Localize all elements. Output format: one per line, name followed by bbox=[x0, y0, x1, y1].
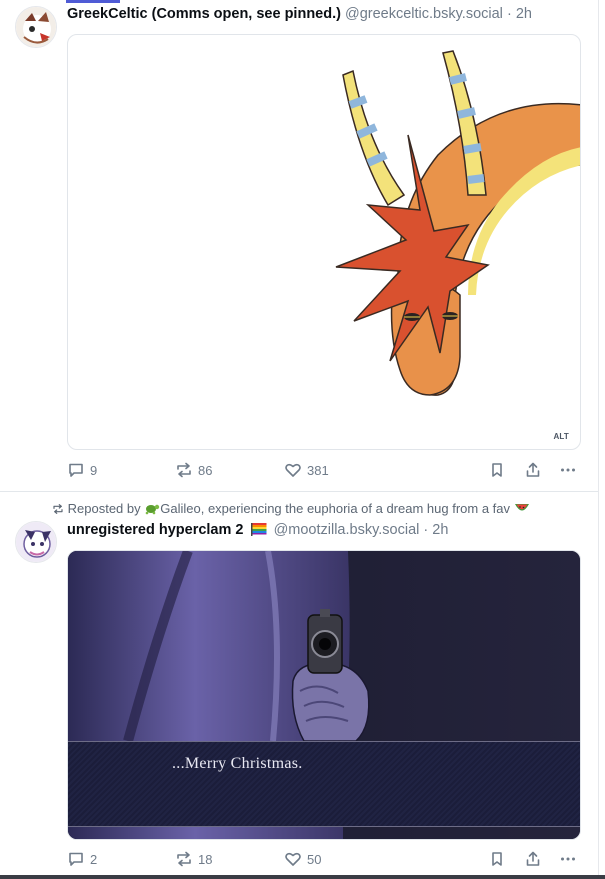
repost-button[interactable]: 86 bbox=[175, 460, 212, 480]
post-image[interactable]: ...Merry Christmas. bbox=[67, 550, 581, 840]
author-handle[interactable]: @greekceltic.bsky.social bbox=[345, 6, 503, 22]
post-time[interactable]: 2h bbox=[432, 522, 448, 538]
post-actions: 2 18 50 bbox=[67, 849, 581, 869]
bookmark-icon bbox=[492, 852, 502, 866]
like-count: 50 bbox=[307, 851, 322, 867]
more-dots-icon bbox=[561, 857, 575, 861]
scroll-edge bbox=[598, 0, 605, 879]
repost-prefix: Reposted by bbox=[67, 501, 141, 516]
watermelon-emoji-icon bbox=[514, 504, 529, 511]
more-options-button[interactable] bbox=[559, 849, 577, 869]
like-count: 381 bbox=[307, 462, 329, 478]
speech-bubble-icon bbox=[69, 852, 83, 866]
avatar[interactable] bbox=[15, 6, 57, 48]
rainbow-flag-icon bbox=[250, 523, 267, 536]
turtle-emoji-icon bbox=[145, 504, 160, 515]
author-name[interactable]: unregistered hyperclam 2 bbox=[67, 522, 244, 538]
post-card[interactable]: GreekCeltic (Comms open, see pinned.) @g… bbox=[0, 0, 598, 491]
speech-bubble-icon bbox=[69, 463, 83, 477]
feed: GreekCeltic (Comms open, see pinned.) @g… bbox=[0, 0, 605, 879]
share-icon bbox=[526, 462, 540, 477]
bottom-strip bbox=[0, 875, 605, 879]
repost-arrows-icon bbox=[53, 504, 63, 514]
like-button[interactable]: 50 bbox=[284, 849, 321, 869]
dialog-box: ...Merry Christmas. bbox=[68, 741, 580, 827]
reply-count: 2 bbox=[90, 851, 98, 867]
dialog-text: ...Merry Christmas. bbox=[172, 755, 303, 772]
alt-badge[interactable]: ALT bbox=[550, 431, 572, 442]
more-options-button[interactable] bbox=[559, 460, 577, 480]
separator-dot: · bbox=[506, 6, 512, 22]
share-button[interactable] bbox=[524, 460, 542, 480]
share-button[interactable] bbox=[524, 849, 542, 869]
bookmark-button[interactable] bbox=[488, 849, 506, 869]
reposter-name: Galileo, experiencing the euphoria of a … bbox=[160, 501, 511, 516]
post-actions: 9 86 381 bbox=[67, 460, 581, 480]
post-time[interactable]: 2h bbox=[516, 6, 532, 22]
more-dots-icon bbox=[561, 468, 575, 472]
reply-count: 9 bbox=[90, 462, 98, 478]
repost-count: 86 bbox=[198, 462, 213, 478]
repost-indicator[interactable]: Reposted by Galileo, experiencing the eu… bbox=[52, 501, 530, 517]
author-handle[interactable]: @mootzilla.bsky.social bbox=[274, 522, 420, 538]
reply-button[interactable]: 9 bbox=[67, 460, 97, 480]
post-header: unregistered hyperclam 2 @mootzilla.bsky… bbox=[67, 521, 448, 539]
reply-button[interactable]: 2 bbox=[67, 849, 97, 869]
author-name[interactable]: GreekCeltic (Comms open, see pinned.) bbox=[67, 6, 341, 22]
heart-icon bbox=[285, 852, 301, 866]
heart-icon bbox=[285, 463, 301, 477]
bookmark-button[interactable] bbox=[488, 460, 506, 480]
post-image[interactable]: ALT bbox=[67, 34, 581, 450]
separator-dot: · bbox=[423, 522, 429, 538]
repost-arrows-icon bbox=[177, 462, 191, 478]
like-button[interactable]: 381 bbox=[284, 460, 329, 480]
repost-arrows-icon bbox=[177, 851, 191, 867]
share-icon bbox=[526, 851, 540, 866]
post-header: GreekCeltic (Comms open, see pinned.) @g… bbox=[67, 5, 532, 23]
avatar[interactable] bbox=[15, 521, 57, 563]
bookmark-icon bbox=[492, 463, 502, 477]
dragon-illustration bbox=[335, 50, 580, 396]
repost-button[interactable]: 18 bbox=[175, 849, 212, 869]
post-card[interactable]: Reposted by Galileo, experiencing the eu… bbox=[0, 492, 598, 879]
repost-count: 18 bbox=[198, 851, 213, 867]
